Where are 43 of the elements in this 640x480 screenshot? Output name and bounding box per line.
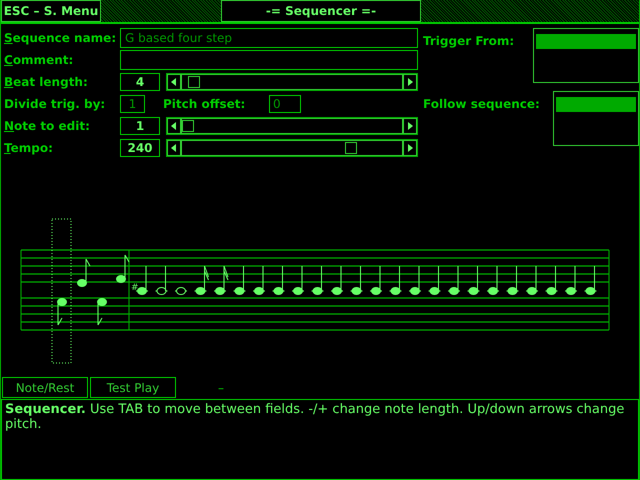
toolbar-button[interactable]: Note/Rest [2,377,88,398]
value-field[interactable]: 4 [120,73,160,91]
field-label: Pitch offset: [163,97,246,111]
slider-control[interactable] [166,73,418,91]
field-label: Divide trig. by: [4,97,106,111]
window-title: -= Sequencer =- [221,0,421,22]
input-field[interactable]: 1 [120,95,145,113]
slider-thumb[interactable] [344,142,357,154]
field-label: Beat length: [4,75,89,89]
right-arrow-icon [407,78,413,86]
slider-control[interactable] [166,117,418,135]
value-field[interactable]: 1 [120,117,160,135]
indicator-text: – [218,380,224,394]
left-arrow-icon [171,122,177,130]
menu-button[interactable]: ESC – S. Menu [1,0,101,22]
field-label: Follow sequence: [423,96,540,111]
field-label: Sequence name: [4,31,118,45]
list-box[interactable] [553,91,639,146]
sharp-sign: # [131,283,139,293]
value-field[interactable]: 240 [120,139,160,157]
right-arrow-button[interactable] [403,74,417,90]
right-arrow-button[interactable] [403,140,417,156]
right-arrow-icon [407,122,413,130]
toolbar-button[interactable]: Test Play [90,377,176,398]
left-arrow-icon [171,78,177,86]
slider-thumb[interactable] [188,76,200,88]
input-field[interactable]: 0 [269,95,301,113]
input-field[interactable]: G based four step [120,28,418,48]
field-label: Comment: [4,53,74,67]
left-arrow-button[interactable] [167,74,181,90]
slider-thumb[interactable] [182,120,194,132]
field-label: Trigger From: [423,33,514,48]
left-arrow-button[interactable] [167,140,181,156]
input-field[interactable] [120,50,418,70]
list-box[interactable] [533,28,639,83]
field-label: Tempo: [4,141,54,155]
field-label: Note to edit: [4,119,91,133]
left-arrow-button[interactable] [167,118,181,134]
left-arrow-icon [171,144,177,152]
slider-control[interactable] [166,139,418,157]
help-text: Sequencer. Use TAB to move between fields. -/+ change note length. Up/down arrows change pitch. [5,402,624,432]
right-arrow-icon [407,144,413,152]
right-arrow-button[interactable] [403,118,417,134]
